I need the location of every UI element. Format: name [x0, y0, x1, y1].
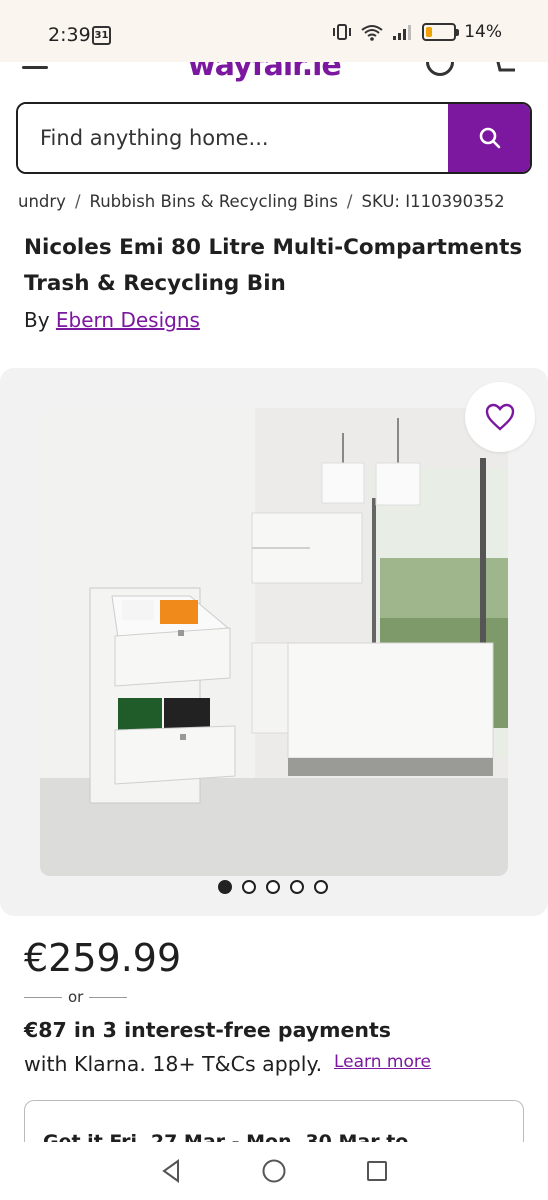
pagination-dot[interactable]: [218, 880, 232, 894]
battery-icon: [422, 23, 460, 41]
wayfair-logo[interactable]: wayfair.ie: [188, 62, 342, 83]
menu-icon[interactable]: [22, 66, 48, 69]
learn-more-link[interactable]: Learn more: [334, 1052, 431, 1072]
home-icon[interactable]: [256, 1153, 292, 1189]
klarna-installments: €87 in 3 interest-free payments: [24, 1018, 392, 1042]
search-button[interactable]: [448, 104, 530, 172]
search-bar: [16, 102, 532, 174]
wifi-icon: [361, 25, 383, 41]
breadcrumb: undry / Rubbish Bins & Recycling Bins / …: [18, 192, 505, 211]
breadcrumb-sku: SKU: I110390352: [361, 192, 505, 211]
product-title: Nicoles Emi 80 Litre Multi-Compartments …: [24, 235, 523, 296]
back-icon[interactable]: [153, 1153, 189, 1189]
heart-icon: [485, 403, 515, 431]
recents-icon[interactable]: [359, 1153, 395, 1189]
klarna-terms: with Klarna. 18+ T&Cs apply.: [24, 1052, 323, 1076]
divider-line: [24, 996, 62, 998]
breadcrumb-item-bins[interactable]: Rubbish Bins & Recycling Bins: [90, 192, 338, 211]
system-nav-bar: [0, 1142, 548, 1200]
signal-icon: [393, 25, 412, 40]
account-icon[interactable]: [426, 62, 454, 76]
breadcrumb-item-laundry[interactable]: undry: [18, 192, 66, 211]
status-bar: 2:39 31 14%: [0, 0, 548, 62]
breadcrumb-separator: /: [346, 192, 353, 211]
image-pagination: [218, 880, 328, 894]
status-time: 2:39: [48, 24, 91, 46]
status-indicators: 14%: [332, 22, 502, 42]
price: €259.99: [24, 936, 182, 980]
brand-prefix: By: [24, 308, 50, 332]
or-divider: or: [24, 988, 128, 1006]
kitchen-scene-illustration: [40, 408, 508, 876]
search-icon: [479, 127, 501, 149]
battery-fill: [426, 27, 433, 37]
breadcrumb-separator: /: [74, 192, 81, 211]
brand-link[interactable]: Ebern Designs: [56, 308, 200, 332]
battery-percent: 14%: [464, 22, 502, 42]
product-image[interactable]: [40, 408, 508, 876]
brand-line: By Ebern Designs: [24, 308, 200, 332]
app-header: wayfair.ie: [0, 62, 548, 84]
cart-icon[interactable]: [489, 62, 519, 76]
search-input[interactable]: [18, 104, 450, 172]
or-text: or: [68, 988, 84, 1006]
pagination-dot[interactable]: [266, 880, 280, 894]
pagination-dot[interactable]: [314, 880, 328, 894]
favorite-button[interactable]: [465, 382, 535, 452]
calendar-icon: 31: [92, 26, 111, 45]
vibrate-icon: [333, 24, 352, 40]
divider-line: [89, 996, 128, 998]
pagination-dot[interactable]: [242, 880, 256, 894]
pagination-dot[interactable]: [290, 880, 304, 894]
